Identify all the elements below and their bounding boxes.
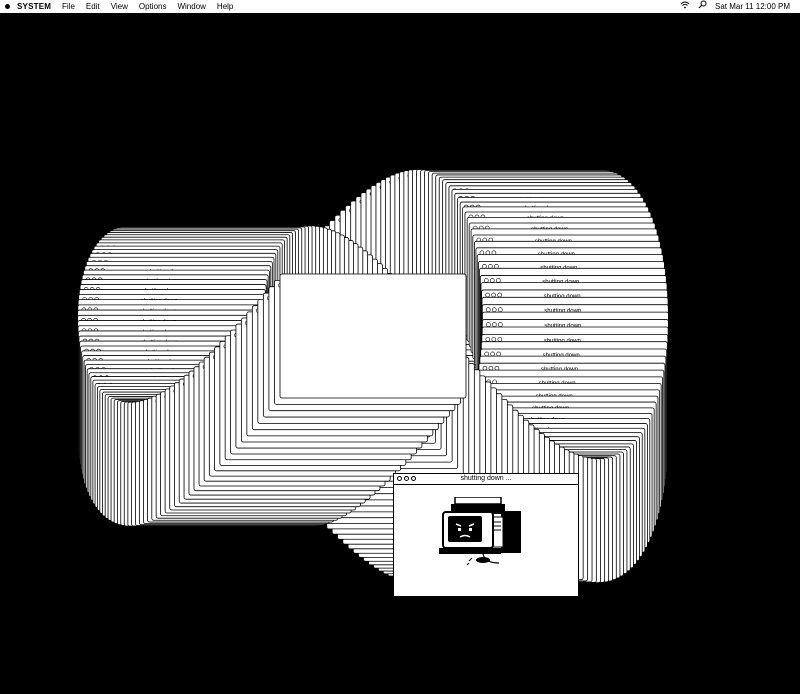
menu-help[interactable]: Help — [217, 0, 233, 13]
retro-computer-icon — [439, 497, 521, 566]
menu-file[interactable]: File — [62, 0, 75, 13]
search-icon[interactable] — [698, 0, 707, 13]
shutdown-window: shutting down ... — [393, 473, 579, 597]
menu-window[interactable]: Window — [177, 0, 205, 13]
clock[interactable]: Sat Mar 11 12:00 PM — [715, 0, 790, 13]
menu-edit[interactable]: Edit — [86, 0, 100, 13]
window-titlebar[interactable]: shutting down ... — [394, 474, 578, 485]
window-title: shutting down ... — [460, 475, 512, 482]
zoom-button[interactable] — [411, 476, 416, 481]
app-name-menu[interactable]: SYSTEM — [17, 0, 51, 13]
window-controls — [397, 476, 416, 481]
desktop: shutting downshutting downshutting downs… — [0, 14, 800, 694]
status-area: Sat Mar 11 12:00 PM — [680, 0, 790, 13]
minimize-button[interactable] — [404, 476, 409, 481]
apple-logo-icon[interactable] — [5, 4, 10, 9]
menu-view[interactable]: View — [111, 0, 128, 13]
menu-bar: SYSTEM File Edit View Options Window Hel… — [0, 0, 800, 14]
menu-options[interactable]: Options — [139, 0, 167, 13]
menu-list: File Edit View Options Window Help — [62, 0, 233, 13]
close-button[interactable] — [397, 476, 402, 481]
trail-window — [279, 273, 467, 399]
wifi-icon[interactable] — [680, 0, 690, 13]
